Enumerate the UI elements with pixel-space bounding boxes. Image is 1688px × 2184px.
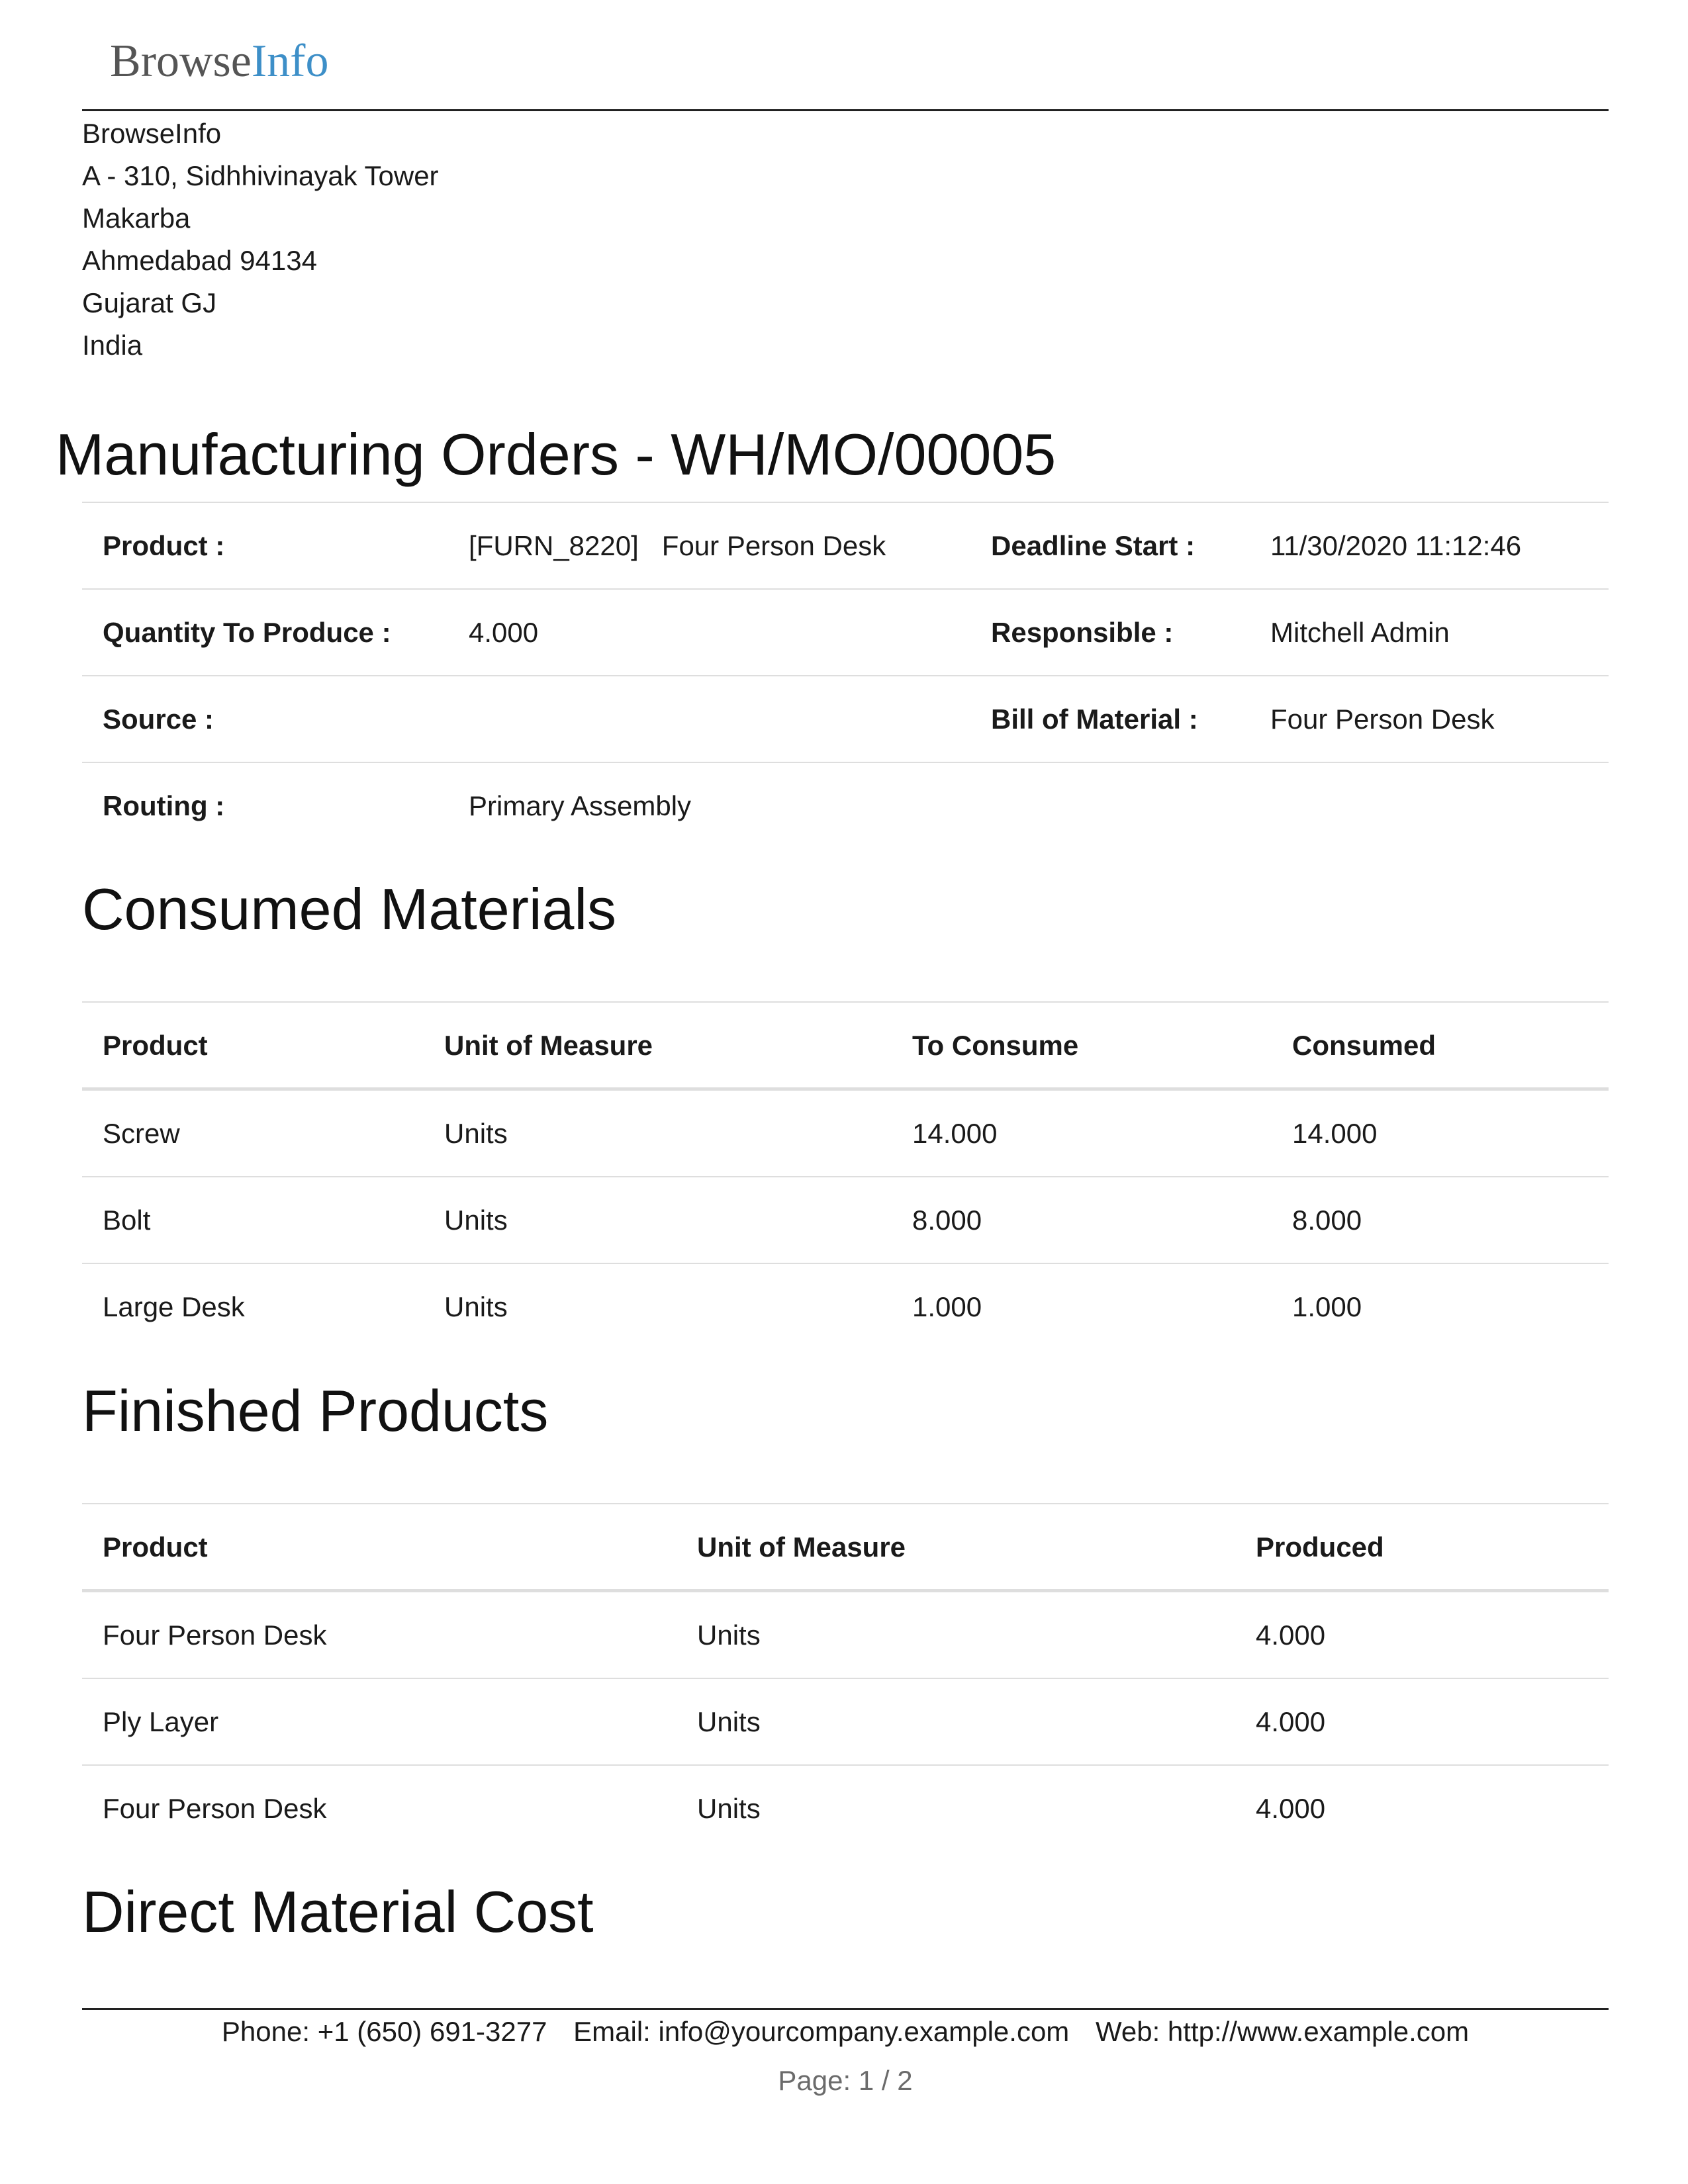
- source-label: Source :: [103, 704, 214, 735]
- company-logo: BrowseInfo: [110, 32, 329, 91]
- direct-material-cost-title: Direct Material Cost: [82, 1879, 594, 1944]
- quantity-value: 4.000: [469, 617, 539, 648]
- table-cell: 14.000: [912, 1118, 998, 1149]
- table-cell: Units: [697, 1793, 761, 1824]
- table-cell: 8.000: [1292, 1205, 1362, 1236]
- table-cell: 4.000: [1256, 1619, 1326, 1651]
- responsible-value: Mitchell Admin: [1270, 617, 1450, 648]
- table-cell: Units: [697, 1619, 761, 1651]
- column-header: Unit of Measure: [444, 1030, 653, 1061]
- address-line: A - 310, Sidhhivinayak Tower: [82, 160, 439, 191]
- table-cell: 1.000: [912, 1291, 982, 1322]
- table-cell: Four Person Desk: [103, 1619, 327, 1651]
- column-header: Product: [103, 1030, 208, 1061]
- report-page: BrowseInfo BrowseInfo A - 310, Sidhhivin…: [0, 0, 1688, 2184]
- address-line: Ahmedabad 94134: [82, 245, 317, 276]
- deadline-value: 11/30/2020 11:12:46: [1270, 530, 1522, 561]
- table-cell: 8.000: [912, 1205, 982, 1236]
- address-line: BrowseInfo: [82, 118, 222, 149]
- table-row: Four Person Desk Units 4.000: [82, 1592, 1609, 1679]
- footer-phone: Phone: +1 (650) 691-3277: [221, 2016, 547, 2047]
- page-number: Page: 1 / 2: [778, 2065, 913, 2096]
- routing-value: Primary Assembly: [469, 790, 692, 821]
- deadline-label: Deadline Start :: [991, 530, 1196, 561]
- table-row: Four Person Desk Units 4.000: [82, 1766, 1609, 1851]
- finished-products-table: Product Unit of Measure Produced Four Pe…: [82, 1503, 1609, 1851]
- info-row: Product : [FURN_8220] Four Person Desk D…: [82, 503, 1609, 590]
- info-row: Source : Bill of Material : Four Person …: [82, 676, 1609, 763]
- table-cell: Units: [444, 1118, 508, 1149]
- footer-web: Web: http://www.example.com: [1095, 2016, 1470, 2047]
- footer-contact: Phone: +1 (650) 691-3277 Email: info@you…: [82, 2012, 1609, 2052]
- order-info-grid: Product : [FURN_8220] Four Person Desk D…: [82, 502, 1609, 848]
- logo-text-info: Info: [251, 36, 329, 87]
- table-header-row: Product Unit of Measure To Consume Consu…: [82, 1003, 1609, 1091]
- responsible-label: Responsible :: [991, 617, 1174, 648]
- quantity-label: Quantity To Produce :: [103, 617, 391, 648]
- table-header-row: Product Unit of Measure Produced: [82, 1504, 1609, 1592]
- table-cell: Ply Layer: [103, 1706, 219, 1737]
- company-address: BrowseInfo A - 310, Sidhhivinayak Tower …: [82, 113, 439, 367]
- info-row: Routing : Primary Assembly: [82, 763, 1609, 848]
- column-header: Unit of Measure: [697, 1531, 906, 1563]
- table-cell: 4.000: [1256, 1706, 1326, 1737]
- consumed-materials-table: Product Unit of Measure To Consume Consu…: [82, 1001, 1609, 1349]
- footer-email: Email: info@yourcompany.example.com: [573, 2016, 1070, 2047]
- column-header: Product: [103, 1531, 208, 1563]
- finished-products-title: Finished Products: [82, 1378, 549, 1443]
- table-cell: Four Person Desk: [103, 1793, 327, 1824]
- table-cell: Large Desk: [103, 1291, 245, 1322]
- table-row: Screw Units 14.000 14.000: [82, 1091, 1609, 1177]
- table-row: Large Desk Units 1.000 1.000: [82, 1264, 1609, 1349]
- column-header: Produced: [1256, 1531, 1384, 1563]
- table-cell: Bolt: [103, 1205, 151, 1236]
- table-cell: 1.000: [1292, 1291, 1362, 1322]
- product-label: Product :: [103, 530, 225, 561]
- table-cell: Screw: [103, 1118, 180, 1149]
- header-divider: [82, 109, 1609, 111]
- logo-text-browse: Browse: [110, 36, 252, 87]
- column-header: Consumed: [1292, 1030, 1436, 1061]
- bom-value: Four Person Desk: [1270, 704, 1495, 735]
- table-cell: Units: [444, 1205, 508, 1236]
- product-value: [FURN_8220] Four Person Desk: [469, 530, 886, 561]
- table-cell: 4.000: [1256, 1793, 1326, 1824]
- address-line: Makarba: [82, 203, 191, 234]
- info-row: Quantity To Produce : 4.000 Responsible …: [82, 590, 1609, 676]
- page-title: Manufacturing Orders - WH/MO/00005: [56, 422, 1056, 487]
- footer-divider: [82, 2008, 1609, 2010]
- address-line: India: [82, 330, 143, 361]
- address-line: Gujarat GJ: [82, 287, 217, 318]
- table-cell: Units: [697, 1706, 761, 1737]
- consumed-materials-title: Consumed Materials: [82, 876, 616, 942]
- column-header: To Consume: [912, 1030, 1079, 1061]
- bom-label: Bill of Material :: [991, 704, 1198, 735]
- table-cell: 14.000: [1292, 1118, 1378, 1149]
- table-row: Bolt Units 8.000 8.000: [82, 1177, 1609, 1264]
- table-row: Ply Layer Units 4.000: [82, 1679, 1609, 1766]
- routing-label: Routing :: [103, 790, 225, 821]
- table-cell: Units: [444, 1291, 508, 1322]
